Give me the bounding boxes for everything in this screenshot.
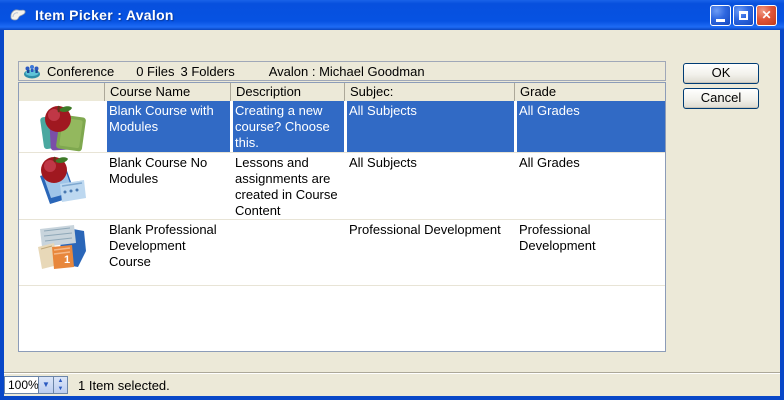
folders-count: 3 Folders [181,64,235,79]
zoom-level-value: 100% [5,377,38,393]
header-subject[interactable]: Subjec: [344,83,514,101]
dialog-client-area: Conference 0 Files 3 Folders Avalon : Mi… [4,30,780,396]
minimize-icon [716,19,725,22]
titlebar[interactable]: Item Picker : Avalon ✕ [0,0,784,30]
apple-folders-icon [32,102,94,152]
cell-course-name[interactable]: Blank Course No Modules [104,153,230,219]
chevron-down-icon: ▼ [54,385,67,393]
item-picker-window: Item Picker : Avalon ✕ Conference 0 File… [0,0,784,400]
row-icon-cell [19,101,104,152]
row-icon-cell: 1 [19,220,104,285]
maximize-icon [739,11,748,20]
files-count: 0 Files [136,64,174,79]
cancel-button[interactable]: Cancel [683,88,759,109]
map-book-icon: 1 [32,221,94,273]
table-header: Course Name Description Subjec: Grade [19,83,665,101]
zoom-stepper[interactable]: ▲▼ [53,377,67,393]
maximize-button[interactable] [733,5,754,26]
cell-grade[interactable]: All Grades [514,101,665,152]
minimize-button[interactable] [710,5,731,26]
close-button[interactable]: ✕ [756,5,777,26]
selection-status-text: 1 Item selected. [78,378,170,393]
window-controls: ✕ [710,5,777,26]
chevron-down-icon[interactable]: ▼ [38,377,53,393]
cell-subject[interactable]: All Subjects [344,153,514,219]
cell-grade[interactable]: All Grades [514,153,665,219]
conference-icon [23,64,41,79]
context-label: Avalon : Michael Goodman [269,64,425,79]
cell-description[interactable]: Lessons and assignments are created in C… [230,153,344,219]
close-icon: ✕ [761,8,771,22]
window-title: Item Picker : Avalon [35,7,174,23]
cell-course-name[interactable]: Blank Professional Development Course [104,220,230,285]
apple-notebook-icon: 1 [32,154,94,206]
conference-label: Conference [47,64,114,79]
cell-grade[interactable]: Professional Development [514,220,665,285]
zoom-level-select[interactable]: 100% ▼ ▲▼ [4,376,68,394]
window-icon [9,6,27,24]
cell-course-name[interactable]: Blank Course with Modules [104,101,230,152]
cell-subject[interactable]: Professional Development [344,220,514,285]
table-row[interactable]: 1 Blank Professional Development Course … [19,220,665,286]
header-course-name[interactable]: Course Name [104,83,230,101]
chevron-up-icon: ▲ [54,377,67,385]
table-row[interactable]: 1 Blank Course No Modules Lessons and as… [19,153,665,220]
cell-description[interactable]: Creating a new course? Choose this. [230,101,344,152]
row-icon-cell: 1 [19,153,104,219]
item-table: Course Name Description Subjec: Grade [18,82,666,352]
status-bar: 100% ▼ ▲▼ 1 Item selected. [4,374,780,396]
cell-subject[interactable]: All Subjects [344,101,514,152]
table-row[interactable]: Blank Course with Modules Creating a new… [19,101,665,153]
cell-description[interactable] [230,220,344,285]
info-bar: Conference 0 Files 3 Folders Avalon : Mi… [18,61,666,81]
header-icon-col [19,83,104,101]
header-description[interactable]: Description [230,83,344,101]
svg-text:1: 1 [64,254,70,266]
ok-button[interactable]: OK [683,63,759,84]
header-grade[interactable]: Grade [514,83,665,101]
